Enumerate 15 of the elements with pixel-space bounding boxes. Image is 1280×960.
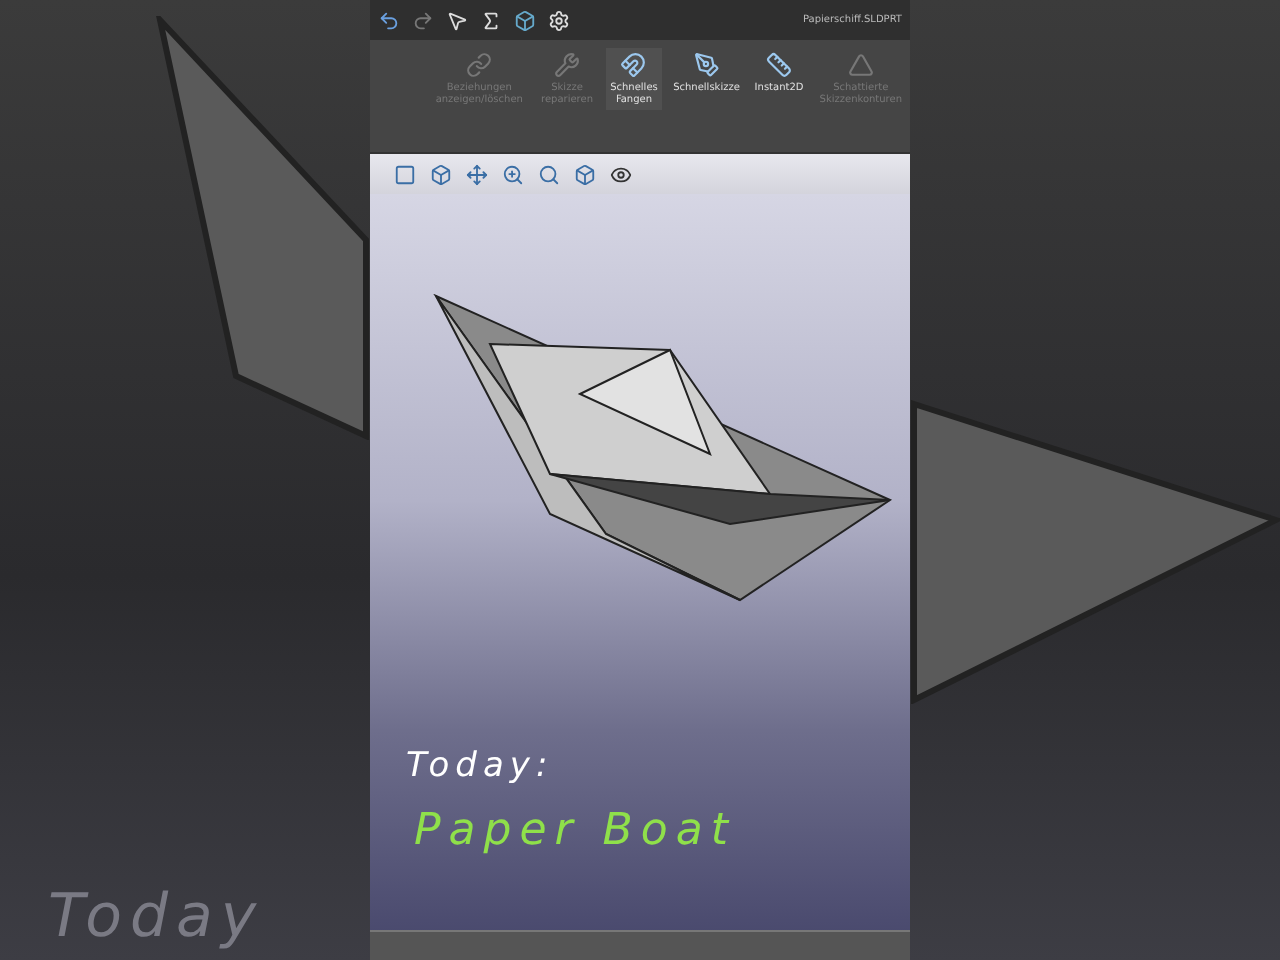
undo-icon[interactable] [378,9,400,31]
sigma-icon[interactable] [480,9,502,31]
cube-icon[interactable] [514,9,536,31]
settings-icon[interactable] [548,9,570,31]
rectangle-icon[interactable] [394,163,416,185]
video-title: Paper Boat [412,804,738,856]
backdrop-caption: Today [46,882,265,956]
search-icon[interactable] [538,163,560,185]
intro-caption: Today: [404,744,556,786]
eye-icon[interactable] [610,163,632,185]
redo-icon[interactable] [412,9,434,31]
select-icon[interactable] [446,9,468,31]
zoom-icon[interactable] [502,163,524,185]
cube-icon[interactable] [430,163,452,185]
repair-icon [554,52,580,78]
